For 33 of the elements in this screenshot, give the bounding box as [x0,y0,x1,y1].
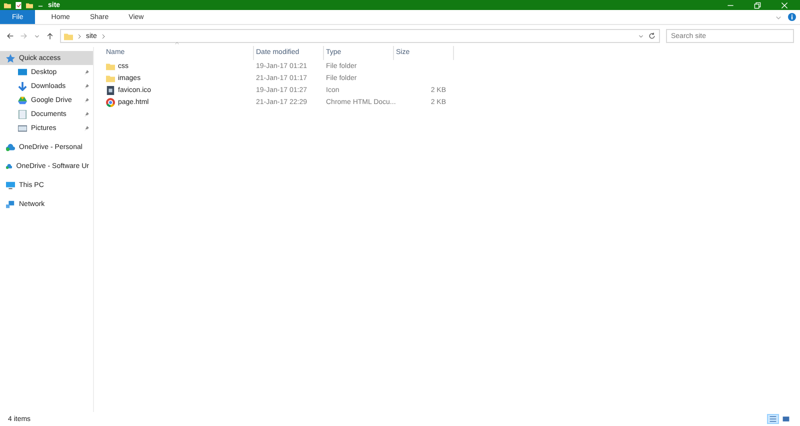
properties-icon[interactable] [15,2,22,8]
pin-icon[interactable] [84,112,89,116]
pin-icon[interactable] [84,84,89,88]
document-icon [18,110,27,118]
pin-icon[interactable] [84,70,89,74]
chevron-icon[interactable] [100,34,106,38]
image-file-icon [106,86,115,94]
browser-logo-icon [106,98,115,106]
folder-icon [64,32,73,40]
details-view-icon [769,415,777,423]
refresh-icon[interactable] [648,32,656,40]
view-toggle[interactable] [780,414,792,424]
sort-caret-icon [174,41,180,45]
view-toggle[interactable] [767,414,779,424]
pin-icon[interactable] [84,126,89,130]
restore-icon[interactable] [754,2,761,8]
picture-icon [18,124,27,132]
triangle-logo-icon [18,96,27,104]
down-arrow-icon [18,82,27,90]
help-icon[interactable] [788,13,796,21]
expand-icon[interactable] [775,14,782,20]
monitor-icon [6,180,15,190]
back-arrow-icon[interactable] [6,32,14,40]
star-icon [6,54,15,62]
up-arrow-icon[interactable] [46,32,54,40]
large-icons-view-icon [782,415,790,423]
pin-icon[interactable] [84,98,89,102]
monitor-icon [18,68,27,76]
network-icon [6,200,15,208]
cloud-icon [6,162,12,170]
cloud-icon [6,142,15,152]
close-icon[interactable] [781,2,788,8]
chevron-icon[interactable] [77,34,82,38]
